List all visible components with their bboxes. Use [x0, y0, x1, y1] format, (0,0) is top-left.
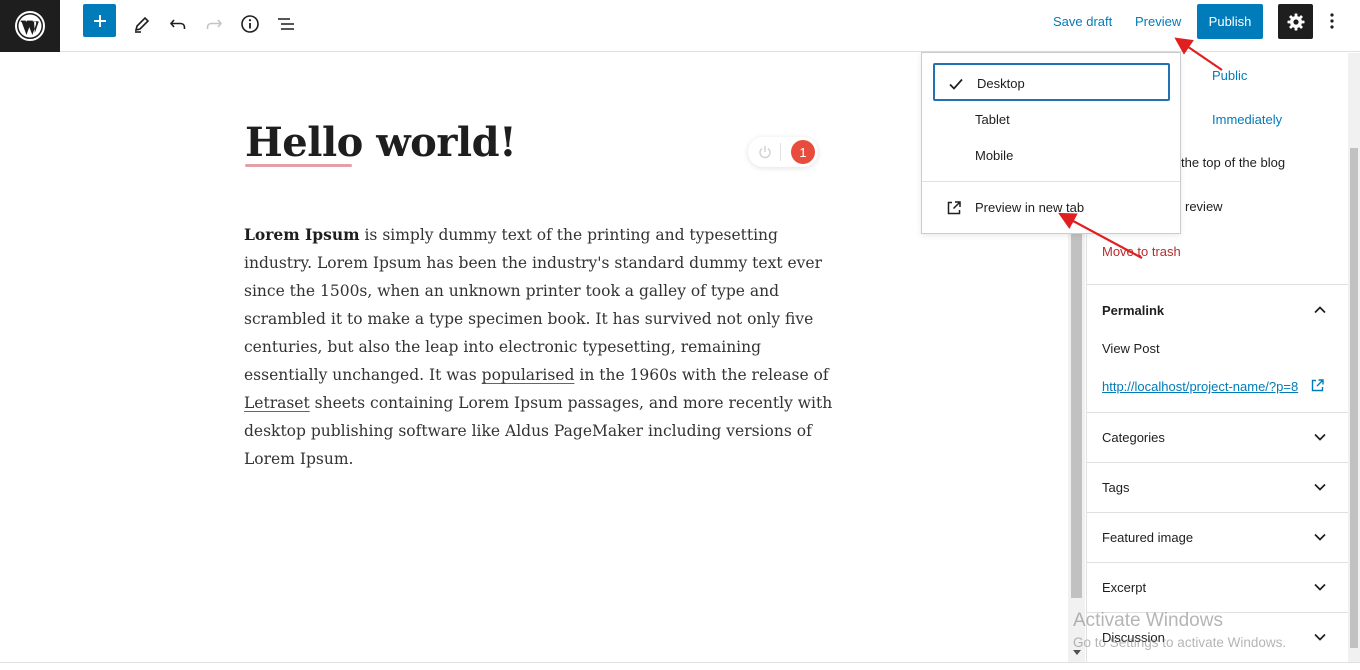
gear-icon — [1287, 13, 1304, 30]
paragraph-text: in the 1960s with the release of — [574, 366, 829, 384]
sidebar-scrollbar[interactable] — [1348, 53, 1360, 662]
view-post-label: View Post — [1102, 341, 1160, 356]
visibility-value[interactable]: Public — [1212, 68, 1247, 83]
excerpt-panel-title[interactable]: Excerpt — [1102, 580, 1146, 595]
publish-date-value[interactable]: Immediately — [1212, 112, 1282, 127]
divider — [1087, 562, 1348, 563]
misspelled-word[interactable]: popularised — [482, 366, 575, 384]
misspelled-word[interactable]: Letraset — [244, 394, 310, 412]
chevron-down-icon[interactable] — [1312, 479, 1328, 495]
undo-button[interactable] — [160, 6, 196, 42]
tools-button[interactable] — [124, 6, 160, 42]
preview-in-new-tab-option[interactable]: Preview in new tab — [933, 189, 1170, 227]
menu-item-label: Tablet — [975, 112, 1010, 127]
undo-icon — [169, 19, 186, 29]
external-link-icon[interactable] — [1310, 378, 1325, 393]
pencil-icon — [134, 16, 150, 33]
divider — [1087, 412, 1348, 413]
divider — [1087, 512, 1348, 513]
list-view-button[interactable] — [268, 6, 304, 42]
chevron-down-icon[interactable] — [1312, 429, 1328, 445]
paragraph-block[interactable]: Lorem Ipsum is simply dummy text of the … — [244, 221, 834, 473]
scroll-down-arrow-icon[interactable] — [1073, 650, 1081, 655]
plus-icon — [93, 14, 106, 27]
settings-button[interactable] — [1278, 4, 1313, 39]
move-to-trash-button[interactable]: Move to trash — [1102, 244, 1181, 259]
divider — [1087, 462, 1348, 463]
power-icon[interactable] — [756, 143, 774, 161]
external-link-icon — [947, 201, 961, 215]
preview-tablet-option[interactable]: Tablet — [933, 101, 1170, 139]
add-block-button[interactable] — [83, 4, 116, 37]
editor-header: Save draft Preview Publish — [0, 0, 1360, 52]
preview-dropdown-menu: Desktop Tablet Mobile Preview in new tab — [921, 52, 1181, 234]
check-icon — [949, 78, 963, 90]
details-button[interactable] — [232, 6, 268, 42]
list-view-icon — [278, 18, 294, 30]
preview-button[interactable]: Preview — [1135, 14, 1181, 29]
wordpress-logo-icon[interactable] — [0, 0, 60, 52]
categories-panel-title[interactable]: Categories — [1102, 430, 1165, 445]
stick-to-top-label: the top of the blog — [1181, 155, 1286, 170]
preview-mobile-option[interactable]: Mobile — [933, 137, 1170, 175]
spellcheck-underline — [245, 164, 352, 167]
featured-image-panel-title[interactable]: Featured image — [1102, 530, 1193, 545]
scrollbar-thumb[interactable] — [1350, 148, 1358, 648]
chevron-down-icon[interactable] — [1312, 579, 1328, 595]
bold-text: Lorem Ipsum — [244, 225, 360, 244]
tags-panel-title[interactable]: Tags — [1102, 480, 1129, 495]
more-options-button[interactable] — [1320, 6, 1344, 36]
redo-button[interactable] — [196, 6, 232, 42]
post-title[interactable]: Hello world! — [245, 119, 517, 166]
menu-item-label: Desktop — [977, 76, 1025, 91]
editor-canvas: Hello world! 1 Lorem Ipsum is simply dum… — [0, 53, 1068, 662]
grammar-issue-count-badge[interactable]: 1 — [791, 140, 815, 164]
menu-item-label: Preview in new tab — [975, 200, 1085, 215]
permalink-url-link[interactable]: http://localhost/project-name/?p=8 — [1102, 379, 1298, 394]
bottom-edge — [0, 662, 1360, 670]
preview-desktop-option[interactable]: Desktop — [933, 63, 1170, 101]
permalink-panel-title[interactable]: Permalink — [1102, 303, 1164, 318]
menu-item-label: Mobile — [975, 148, 1014, 163]
activate-windows-title: Activate Windows — [1073, 610, 1223, 631]
save-draft-button[interactable]: Save draft — [1053, 14, 1112, 29]
info-icon — [241, 15, 259, 33]
publish-button[interactable]: Publish — [1197, 4, 1263, 39]
more-vertical-icon — [1330, 13, 1334, 29]
grammar-checker-widget[interactable]: 1 — [748, 137, 818, 167]
chevron-up-icon[interactable] — [1312, 302, 1328, 318]
pending-review-label: review — [1185, 199, 1223, 214]
paragraph-text: is simply dummy text of the printing and… — [244, 226, 822, 384]
divider — [780, 143, 781, 161]
divider — [922, 181, 1180, 182]
paragraph-text: sheets containing Lorem Ipsum passages, … — [244, 394, 833, 468]
activate-windows-subtitle: Go to Settings to activate Windows. — [1073, 635, 1287, 650]
chevron-down-icon[interactable] — [1312, 529, 1328, 545]
divider — [1087, 284, 1348, 285]
chevron-down-icon[interactable] — [1312, 629, 1328, 645]
redo-icon — [206, 19, 223, 29]
